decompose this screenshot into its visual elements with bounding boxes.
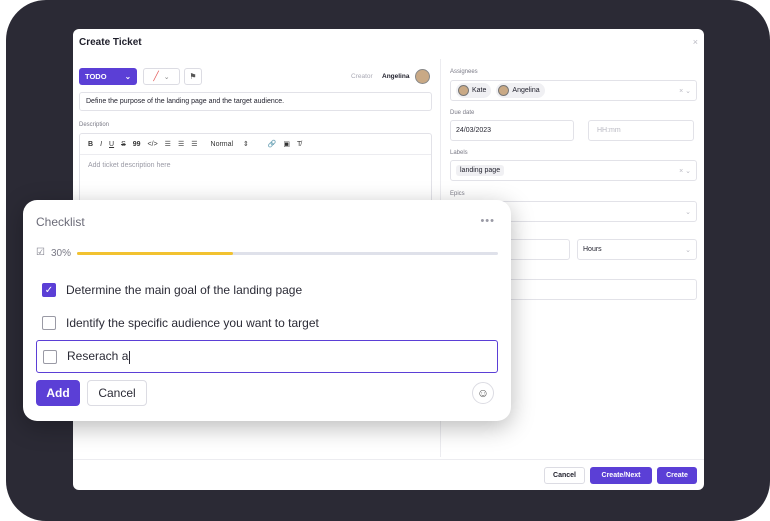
- description-placeholder: Add ticket description here: [88, 162, 171, 169]
- checklist-item: Identify the specific audience you want …: [42, 316, 319, 330]
- footer-divider: [73, 459, 704, 460]
- labels-select[interactable]: landing page × ⌄: [450, 160, 697, 181]
- creator-name: Angelina: [382, 73, 410, 80]
- estimate-unit: Hours: [583, 246, 602, 253]
- checklist-card: Checklist ••• ☑ 30% ✓ Determine the main…: [23, 200, 511, 421]
- bold-icon[interactable]: B: [88, 141, 93, 148]
- format-select[interactable]: Normal ⇕: [211, 140, 249, 148]
- checklist-title: Checklist: [36, 215, 85, 229]
- checklist-icon[interactable]: ☰: [191, 140, 197, 148]
- label-chip: landing page: [456, 165, 505, 176]
- link-icon[interactable]: 🔗: [268, 140, 277, 148]
- checkbox[interactable]: [43, 349, 57, 364]
- assignees-select[interactable]: Kate Angelina × ⌄: [450, 80, 697, 101]
- format-label: Normal: [210, 141, 234, 148]
- clear-icon[interactable]: ×: [679, 88, 683, 95]
- chevron-down-icon[interactable]: ⌄: [685, 168, 691, 175]
- status-label: TODO: [85, 72, 107, 81]
- create-next-button[interactable]: Create/Next: [590, 467, 652, 484]
- assignee-name: Kate: [472, 87, 487, 94]
- flag-icon[interactable]: ⚑: [184, 68, 202, 85]
- bullet-list-icon[interactable]: ☰: [178, 140, 184, 148]
- new-item-text: Reserach a: [67, 349, 129, 364]
- chevron-down-icon[interactable]: ⌄: [685, 208, 691, 216]
- due-date-input[interactable]: 24/03/2023: [450, 120, 574, 141]
- assignee-chip: Angelina: [496, 83, 545, 98]
- time-input[interactable]: HH:mm: [588, 120, 694, 141]
- italic-icon[interactable]: I: [100, 141, 102, 148]
- assignee-chip: Kate: [456, 83, 492, 98]
- chevron-down-icon[interactable]: ⌄: [685, 88, 691, 95]
- progress-bar: [77, 252, 498, 255]
- clear-icon[interactable]: ×: [679, 168, 683, 175]
- color-picker[interactable]: ╱ ⌄: [143, 68, 180, 85]
- modal-title: Create Ticket: [79, 37, 142, 48]
- clear-format-icon[interactable]: T̸: [297, 141, 301, 148]
- epics-label: Epics: [450, 191, 465, 197]
- assignee-name: Angelina: [512, 87, 540, 94]
- close-icon[interactable]: ×: [693, 37, 698, 47]
- clear-chevron-icons[interactable]: × ⌄: [679, 87, 691, 95]
- create-button[interactable]: Create: [657, 467, 697, 484]
- clear-chevron-icons[interactable]: × ⌄: [679, 167, 691, 175]
- ordered-list-icon[interactable]: ☰: [165, 140, 171, 148]
- progress-fill: [77, 252, 233, 255]
- checklist-item: ✓ Determine the main goal of the landing…: [42, 283, 302, 297]
- creator-label: Creator: [351, 73, 373, 80]
- ticket-title-input[interactable]: Define the purpose of the landing page a…: [79, 92, 432, 111]
- strikethrough-icon[interactable]: S: [121, 141, 126, 148]
- format-arrow-icon: ⇕: [242, 141, 249, 148]
- text-caret: [129, 350, 131, 364]
- assignees-label: Assignees: [450, 69, 478, 75]
- image-icon[interactable]: ▣: [283, 140, 290, 148]
- progress-percent: 30%: [51, 248, 72, 259]
- description-label: Description: [79, 122, 110, 128]
- due-date-label: Due date: [450, 110, 475, 116]
- checkbox[interactable]: [42, 316, 56, 330]
- editor-toolbar: B I U S 99 </> ☰ ☰ ☰ Normal ⇕ 🔗 ▣ T̸: [80, 134, 431, 155]
- avatar: [415, 69, 430, 84]
- estimate-unit-select[interactable]: Hours ⌄: [577, 239, 697, 260]
- chevron-down-icon: ⌄: [163, 73, 170, 81]
- labels-label: Labels: [450, 150, 468, 156]
- quote-icon[interactable]: 99: [133, 141, 141, 148]
- avatar: [458, 85, 469, 96]
- checklist-item-text: Identify the specific audience you want …: [66, 316, 319, 330]
- avatar: [498, 85, 510, 96]
- chevron-down-icon[interactable]: ⌄: [685, 246, 691, 254]
- status-dropdown[interactable]: TODO ⌄: [79, 68, 137, 85]
- checklist-item-text: Determine the main goal of the landing p…: [66, 283, 303, 297]
- chevron-down-icon: ⌄: [124, 72, 131, 81]
- more-icon[interactable]: •••: [480, 215, 495, 227]
- underline-icon[interactable]: U: [109, 141, 114, 148]
- code-icon[interactable]: </>: [148, 141, 158, 148]
- add-button[interactable]: Add: [36, 380, 80, 406]
- no-color-icon: ╱: [153, 71, 159, 81]
- emoji-icon[interactable]: ☺: [472, 382, 494, 404]
- checkbox-checked[interactable]: ✓: [42, 283, 56, 297]
- cancel-button[interactable]: Cancel: [544, 467, 585, 484]
- new-item-input[interactable]: Reserach a: [36, 340, 498, 373]
- checklist-progress-icon: ☑: [36, 247, 45, 258]
- cancel-button[interactable]: Cancel: [87, 380, 147, 406]
